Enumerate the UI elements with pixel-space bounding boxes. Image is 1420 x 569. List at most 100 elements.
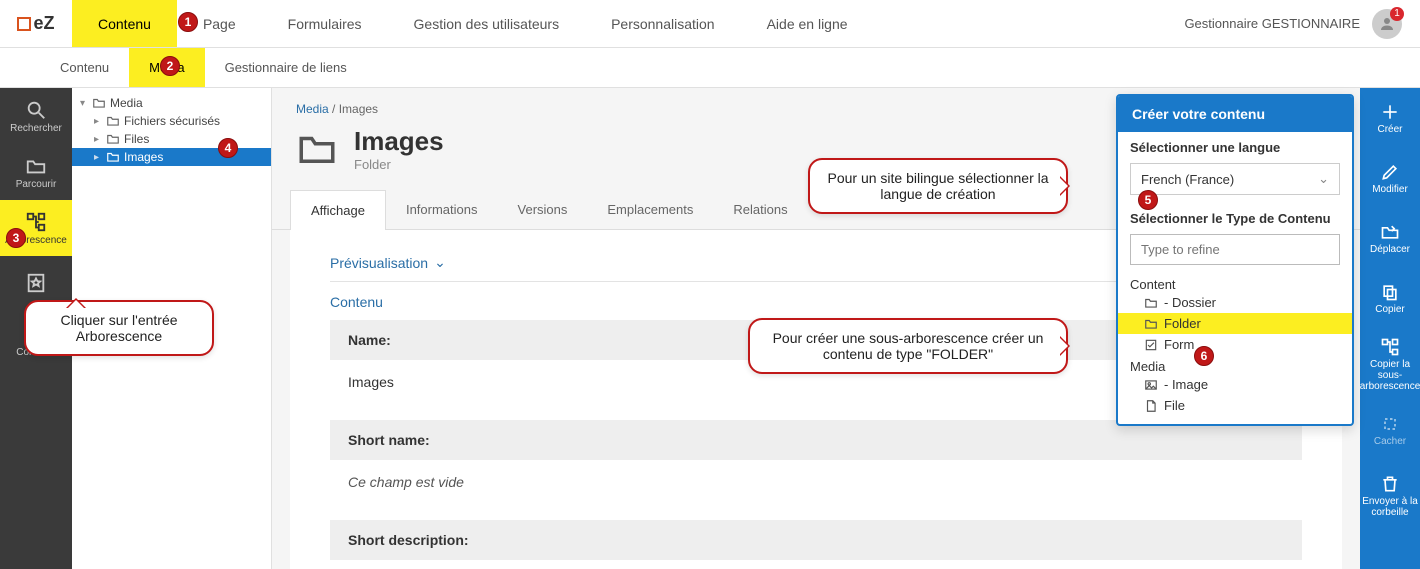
tab-relations[interactable]: Relations: [713, 190, 807, 229]
ct-item-label: - Image: [1164, 377, 1208, 392]
notification-badge: 1: [1390, 7, 1404, 21]
top-navbar: eZ Contenu Page Formulaires Gestion des …: [0, 0, 1420, 48]
logo[interactable]: eZ: [0, 0, 72, 47]
breadcrumb-current: Images: [339, 102, 378, 116]
create-content-popover: Créer votre contenu Sélectionner une lan…: [1116, 94, 1354, 426]
form-icon: [1144, 338, 1158, 352]
topnav-formulaires[interactable]: Formulaires: [262, 0, 388, 47]
logo-icon: [17, 17, 31, 31]
action-move[interactable]: Déplacer: [1360, 208, 1420, 268]
tree-copy-icon: [1380, 337, 1400, 357]
action-hide-label: Cacher: [1374, 436, 1406, 447]
page-title: Images: [354, 126, 444, 157]
rail-search[interactable]: Rechercher: [0, 88, 72, 144]
image-icon: [1144, 378, 1158, 392]
ct-item-file[interactable]: File: [1118, 395, 1352, 416]
browse-icon: [25, 155, 47, 177]
trash-send-icon: [1380, 474, 1400, 494]
annotation-badge-1: 1: [178, 12, 198, 32]
annotation-badge-2: 2: [160, 56, 180, 76]
rail-search-label: Rechercher: [10, 123, 62, 134]
action-copy[interactable]: Copier: [1360, 268, 1420, 328]
field-shortdesc-label: Short description:: [330, 520, 1302, 560]
action-edit[interactable]: Modifier: [1360, 148, 1420, 208]
ct-item-dossier[interactable]: - Dossier: [1118, 292, 1352, 313]
type-refine-input[interactable]: [1130, 234, 1340, 265]
ct-item-folder[interactable]: Folder: [1118, 313, 1352, 334]
action-copy-subtree-label: Copier la sous-arborescence: [1360, 359, 1420, 392]
file-icon: [1144, 399, 1158, 413]
rail-browse[interactable]: Parcourir: [0, 144, 72, 200]
action-hide[interactable]: Cacher: [1360, 400, 1420, 460]
action-send-trash-label: Envoyer à la corbeille: [1362, 496, 1418, 518]
topnav-gestion-utilisateurs[interactable]: Gestion des utilisateurs: [388, 0, 586, 47]
tree-icon: [25, 211, 47, 233]
caret-right-icon: ▸: [94, 152, 102, 163]
user-area[interactable]: Gestionnaire GESTIONNAIRE 1: [1166, 0, 1420, 47]
tree-node-label: Images: [124, 150, 163, 164]
folder-icon: [296, 128, 338, 170]
annotation-badge-5: 5: [1138, 190, 1158, 210]
folder-icon: [106, 132, 120, 146]
action-create-label: Créer: [1377, 124, 1402, 135]
folder-icon: [1144, 296, 1158, 310]
action-edit-label: Modifier: [1372, 184, 1408, 195]
pencil-icon: [1380, 162, 1400, 182]
tree-node-label: Files: [124, 132, 149, 146]
folder-icon: [1144, 317, 1158, 331]
topnav-aide[interactable]: Aide en ligne: [741, 0, 874, 47]
search-icon: [25, 99, 47, 121]
subtab-contenu[interactable]: Contenu: [40, 48, 129, 87]
popover-title: Créer votre contenu: [1118, 96, 1352, 132]
ct-group-media: Media: [1118, 355, 1352, 374]
folder-icon: [106, 150, 120, 164]
action-send-trash[interactable]: Envoyer à la corbeille: [1360, 460, 1420, 532]
tab-affichage[interactable]: Affichage: [290, 190, 386, 230]
tree-node-fichiers-securises[interactable]: ▸ Fichiers sécurisés: [72, 112, 271, 130]
subtab-liens[interactable]: Gestionnaire de liens: [205, 48, 367, 87]
tree-node-label: Media: [110, 96, 143, 110]
tab-emplacements[interactable]: Emplacements: [587, 190, 713, 229]
tree-node-media[interactable]: ▾ Media: [72, 94, 271, 112]
breadcrumb-sep: /: [332, 102, 339, 116]
page-subtitle: Folder: [354, 157, 444, 172]
avatar[interactable]: 1: [1372, 9, 1402, 39]
ct-item-form[interactable]: Form: [1118, 334, 1352, 355]
field-shortname-value: Ce champ est vide: [330, 460, 1302, 510]
plus-icon: [1380, 102, 1400, 122]
type-refine-wrapper: [1130, 234, 1340, 265]
language-select-value: French (France): [1141, 172, 1234, 187]
tab-informations[interactable]: Informations: [386, 190, 498, 229]
ct-item-label: Form: [1164, 337, 1194, 352]
field-shortname-label: Short name:: [330, 420, 1302, 460]
preview-toggle[interactable]: Prévisualisation: [330, 250, 446, 281]
topnav-contenu[interactable]: Contenu: [72, 0, 177, 47]
copy-icon: [1380, 282, 1400, 302]
topnav-personnalisation[interactable]: Personnalisation: [585, 0, 741, 47]
callout-folder: Pour créer une sous-arborescence créer u…: [748, 318, 1068, 374]
action-create[interactable]: Créer: [1360, 88, 1420, 148]
popover-lang-label: Sélectionner une langue: [1118, 132, 1352, 159]
tab-versions[interactable]: Versions: [498, 190, 588, 229]
breadcrumb-root[interactable]: Media: [296, 102, 329, 116]
rail-browse-label: Parcourir: [16, 179, 57, 190]
action-copy-subtree[interactable]: Copier la sous-arborescence: [1360, 328, 1420, 400]
annotation-badge-3: 3: [6, 228, 26, 248]
caret-down-icon: ▾: [80, 98, 88, 109]
right-action-rail: Créer Modifier Déplacer Copier Copier la…: [1360, 88, 1420, 569]
top-nav: Contenu Page Formulaires Gestion des uti…: [72, 0, 1166, 47]
move-icon: [1380, 222, 1400, 242]
sub-tabs: Contenu Média Gestionnaire de liens: [0, 48, 1420, 88]
action-move-label: Déplacer: [1370, 244, 1410, 255]
caret-right-icon: ▸: [94, 116, 102, 127]
ct-item-image[interactable]: - Image: [1118, 374, 1352, 395]
ct-group-content: Content: [1118, 273, 1352, 292]
hide-icon: [1380, 414, 1400, 434]
tree-node-files[interactable]: ▸ Files: [72, 130, 271, 148]
bookmark-icon: [25, 272, 47, 294]
language-select[interactable]: French (France): [1130, 163, 1340, 195]
tree-node-images[interactable]: ▸ Images: [72, 148, 271, 166]
ct-item-label: File: [1164, 398, 1185, 413]
action-copy-label: Copier: [1375, 304, 1404, 315]
callout-lang: Pour un site bilingue sélectionner la la…: [808, 158, 1068, 214]
